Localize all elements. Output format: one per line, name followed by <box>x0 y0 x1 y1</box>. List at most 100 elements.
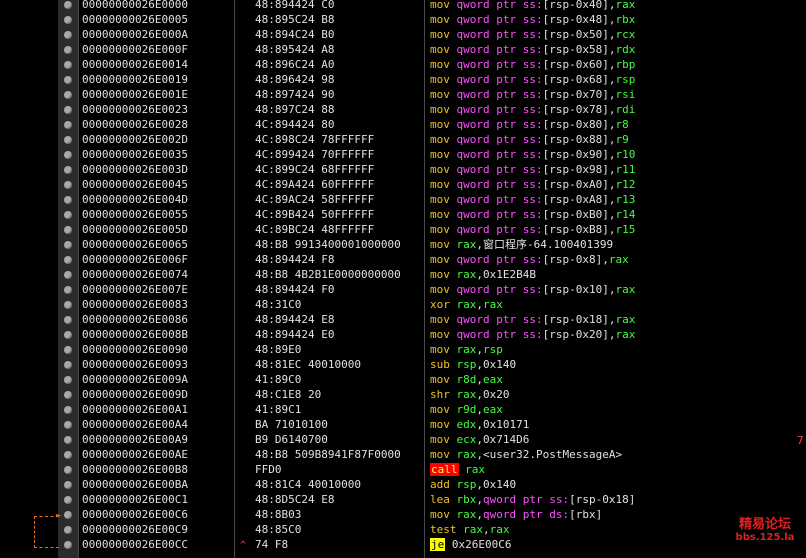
disasm-row[interactable]: 00000000026E006F 48:894424 F8 mov qword pt… <box>0 252 806 267</box>
disasm-row[interactable]: 00000000026E0083 48:31C0 xor rax,rax <box>0 297 806 312</box>
disasm-row[interactable]: 00000000026E0045 4C:89A424 60FFFFFF mov qw… <box>0 177 806 192</box>
address: 00000000026E00A4 <box>82 418 188 431</box>
disasm-row[interactable]: 00000000026E0055 4C:89B424 50FFFFFF mov qw… <box>0 207 806 222</box>
breakpoint-dot-icon[interactable] <box>64 301 72 309</box>
disasm-row[interactable]: 00000000026E0065 48:B8 9913400001000000 mo… <box>0 237 806 252</box>
memory-operand: [rsp-0x20] <box>542 328 609 341</box>
breakpoint-dot-icon[interactable] <box>64 31 72 39</box>
breakpoint-dot-icon[interactable] <box>64 331 72 339</box>
breakpoint-dot-icon[interactable] <box>64 376 72 384</box>
breakpoint-dot-icon[interactable] <box>64 316 72 324</box>
disasm-row[interactable]: 00000000026E0014 48:896C24 A0 mov qword pt… <box>0 57 806 72</box>
mnemonic: mov <box>430 508 450 521</box>
disasm-row[interactable]: 00000000026E00C9 48:85C0 test rax,rax <box>0 522 806 537</box>
disasm-row[interactable]: 00000000026E0086 48:894424 E8 mov qword pt… <box>0 312 806 327</box>
mnemonic: mov <box>430 433 450 446</box>
size-keyword: qword ptr ss: <box>456 28 543 41</box>
breakpoint-dot-icon[interactable] <box>64 391 72 399</box>
disasm-row[interactable]: 00000000026E0019 48:896424 98 mov qword pt… <box>0 72 806 87</box>
disasm-row[interactable]: 00000000026E00A4 BA 71010100 mov edx,0x101… <box>0 417 806 432</box>
mnemonic: mov <box>430 238 450 251</box>
instruction: mov rax,0x1E2B4B <box>430 267 536 282</box>
breakpoint-dot-icon[interactable] <box>64 61 72 69</box>
disasm-row[interactable]: 00000000026E0023 48:897C24 88 mov qword pt… <box>0 102 806 117</box>
opcode-bytes: 48:81C4 40010000 <box>255 478 361 491</box>
memory-operand: [rsp-0xA8] <box>542 193 609 206</box>
disasm-row[interactable]: 00000000026E004D 4C:89AC24 58FFFFFF mov qw… <box>0 192 806 207</box>
disasm-row[interactable]: 00000000026E009A 41:89C0 mov r8d,eax <box>0 372 806 387</box>
register: rsp <box>483 343 503 356</box>
disasm-row[interactable]: 00000000026E007E 48:894424 F0 mov qword pt… <box>0 282 806 297</box>
breakpoint-dot-icon[interactable] <box>64 46 72 54</box>
memory-operand: [rsp-0x90] <box>542 148 609 161</box>
memory-operand: [rsp-0x68] <box>542 73 609 86</box>
disassembly-view[interactable]: 00000000026E0000 48:894424 C0 mov qword pt… <box>0 0 806 552</box>
breakpoint-dot-icon[interactable] <box>64 151 72 159</box>
breakpoint-dot-icon[interactable] <box>64 361 72 369</box>
breakpoint-dot-icon[interactable] <box>64 466 72 474</box>
disasm-row[interactable]: 00000000026E00BA 48:81C4 40010000 add rsp,… <box>0 477 806 492</box>
register: eax <box>483 403 503 416</box>
disasm-row[interactable]: 00000000026E0005 48:895C24 B8 mov qword pt… <box>0 12 806 27</box>
breakpoint-dot-icon[interactable] <box>64 1 72 9</box>
breakpoint-dot-icon[interactable] <box>64 541 72 549</box>
opcode-bytes: 48:894424 F8 <box>255 253 335 266</box>
disasm-row[interactable]: 00000000026E000A 48:894C24 B0 mov qword pt… <box>0 27 806 42</box>
disasm-row[interactable]: 00000000026E001E 48:897424 90 mov qword pt… <box>0 87 806 102</box>
breakpoint-dot-icon[interactable] <box>64 196 72 204</box>
breakpoint-dot-icon[interactable] <box>64 121 72 129</box>
disasm-row[interactable]: 00000000026E002D 4C:898C24 78FFFFFF mov qw… <box>0 132 806 147</box>
breakpoint-dot-icon[interactable] <box>64 106 72 114</box>
size-keyword: qword ptr ss: <box>483 493 570 506</box>
breakpoint-dot-icon[interactable] <box>64 91 72 99</box>
breakpoint-dot-icon[interactable] <box>64 511 72 519</box>
mnemonic: mov <box>430 193 450 206</box>
breakpoint-dot-icon[interactable] <box>64 496 72 504</box>
disasm-row[interactable]: 00000000026E0035 4C:899424 70FFFFFF mov qw… <box>0 147 806 162</box>
breakpoint-dot-icon[interactable] <box>64 526 72 534</box>
breakpoint-dot-icon[interactable] <box>64 436 72 444</box>
breakpoint-dot-icon[interactable] <box>64 406 72 414</box>
breakpoint-dot-icon[interactable] <box>64 241 72 249</box>
memory-operand: [rsp-0xB8] <box>542 223 609 236</box>
breakpoint-dot-icon[interactable] <box>64 166 72 174</box>
breakpoint-dot-icon[interactable] <box>64 76 72 84</box>
breakpoint-dot-icon[interactable] <box>64 481 72 489</box>
breakpoint-dot-icon[interactable] <box>64 181 72 189</box>
disasm-row[interactable]: 00000000026E0074 48:B8 4B2B1E0000000000 mo… <box>0 267 806 282</box>
disasm-row[interactable]: 00000000026E008B 48:894424 E0 mov qword pt… <box>0 327 806 342</box>
breakpoint-dot-icon[interactable] <box>64 421 72 429</box>
disasm-row[interactable]: 00000000026E00B8 FFD0 call rax <box>0 462 806 477</box>
register: rax <box>456 448 477 461</box>
breakpoint-dot-icon[interactable] <box>64 271 72 279</box>
breakpoint-dot-icon[interactable] <box>64 211 72 219</box>
mnemonic: mov <box>430 253 450 266</box>
disasm-row[interactable]: 00000000026E0000 48:894424 C0 mov qword pt… <box>0 0 806 12</box>
mnemonic: mov <box>430 418 450 431</box>
register: rsi <box>615 88 636 101</box>
disasm-row[interactable]: 00000000026E009D 48:C1E8 20 shr rax,0x20 <box>0 387 806 402</box>
jump-target: 0x26E00C6 <box>451 538 512 551</box>
disasm-row[interactable]: 00000000026E00C6 48:8B03 mov rax,qword ptr… <box>0 507 806 522</box>
breakpoint-dot-icon[interactable] <box>64 451 72 459</box>
breakpoint-dot-icon[interactable] <box>64 136 72 144</box>
disasm-row[interactable]: 00000000026E00C1 48:8D5C24 E8 lea rbx,qwor… <box>0 492 806 507</box>
disasm-row[interactable]: 00000000026E000F 48:895424 A8 mov qword pt… <box>0 42 806 57</box>
disasm-row[interactable]: 00000000026E00AE 48:B8 509B8941F87F0000 mo… <box>0 447 806 462</box>
disasm-row[interactable]: 00000000026E0090 48:89E0 mov rax,rsp <box>0 342 806 357</box>
breakpoint-dot-icon[interactable] <box>64 346 72 354</box>
disasm-row[interactable]: 00000000026E003D 4C:899C24 68FFFFFF mov qw… <box>0 162 806 177</box>
disasm-row[interactable]: 00000000026E005D 4C:89BC24 48FFFFFF mov qw… <box>0 222 806 237</box>
disasm-row[interactable]: 00000000026E0093 48:81EC 40010000 sub rsp,… <box>0 357 806 372</box>
disasm-row[interactable]: 00000000026E0028 4C:894424 80 mov qword pt… <box>0 117 806 132</box>
disasm-row[interactable]: 00000000026E00A1 41:89C1 mov r9d,eax <box>0 402 806 417</box>
breakpoint-dot-icon[interactable] <box>64 286 72 294</box>
disasm-row[interactable]: 00000000026E00A9 B9 D6140700 mov ecx,0x714… <box>0 432 806 447</box>
instruction: mov qword ptr ss:[rsp-0x18],rax <box>430 313 636 326</box>
breakpoint-dot-icon[interactable] <box>64 16 72 24</box>
disasm-row[interactable]: 00000000026E00CC 74 F8 je 0x26E00C6 <box>0 537 806 552</box>
address: 00000000026E00AE <box>82 448 188 461</box>
breakpoint-dot-icon[interactable] <box>64 226 72 234</box>
instruction: mov qword ptr ss:[rsp-0x50],rcx <box>430 28 636 41</box>
breakpoint-dot-icon[interactable] <box>64 256 72 264</box>
